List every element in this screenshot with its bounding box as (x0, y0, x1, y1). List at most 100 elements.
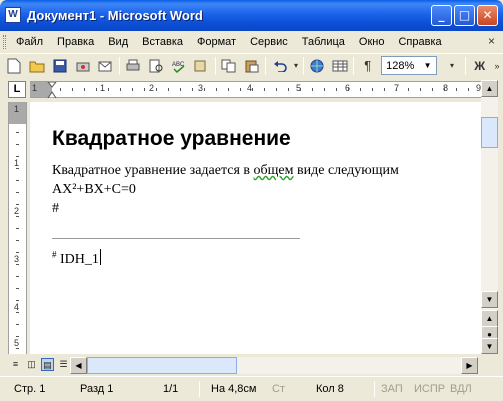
menu-edit[interactable]: Правка (50, 33, 101, 51)
ruler-number: 2 (149, 83, 155, 93)
scroll-thumb[interactable] (481, 117, 498, 148)
bold-button[interactable]: Ж (468, 55, 491, 77)
scroll-thumb[interactable] (87, 357, 237, 374)
menu-tools[interactable]: Сервис (243, 33, 295, 51)
paragraph-marks-icon[interactable]: ¶ (356, 55, 379, 77)
new-document-icon[interactable] (3, 55, 26, 77)
scroll-left-icon[interactable]: ◀ (70, 357, 87, 374)
ruler-tick (276, 88, 277, 91)
footnote-text: IDH_1 (60, 252, 99, 267)
reading-view-icon[interactable]: ☰ (57, 358, 70, 371)
ruler-tick (16, 228, 19, 229)
status-bar: Стр. 1 Разд 1 1/1 На 4,8см Ст Кол 8 ЗАП … (0, 376, 503, 401)
horizontal-scrollbar[interactable]: ◀ ▶ (70, 357, 478, 374)
table-icon[interactable] (329, 55, 352, 77)
ruler-tick (96, 88, 97, 91)
word-app-icon[interactable]: W (5, 7, 21, 23)
horizontal-ruler[interactable]: 1 1 2 3 4 5 6 7 8 9 (30, 81, 481, 98)
document-close-icon[interactable]: × (488, 34, 495, 48)
print-icon[interactable] (122, 55, 145, 77)
chevron-down-icon[interactable]: ▼ (421, 58, 435, 73)
status-page[interactable]: Стр. 1 (14, 383, 45, 395)
status-line[interactable]: Ст (272, 383, 285, 395)
menubar-grip[interactable] (3, 35, 6, 49)
undo-dropdown-icon[interactable]: ▾ (291, 55, 301, 77)
document-page[interactable]: Квадратное уравнение Квадратное уравнени… (30, 102, 481, 354)
hyperlink-icon[interactable] (306, 55, 329, 77)
status-trk[interactable]: ИСПР (414, 383, 445, 395)
grammar-flagged-word[interactable]: общем (254, 163, 294, 178)
menu-table[interactable]: Таблица (295, 33, 352, 51)
ruler-tick (16, 204, 19, 205)
ruler-tick (16, 216, 19, 217)
vertical-scrollbar[interactable]: ▲ ▼ ▲ ● ▼ (481, 80, 498, 354)
scroll-right-icon[interactable]: ▶ (461, 357, 478, 374)
ruler-tick (16, 180, 19, 181)
research-icon[interactable] (190, 55, 213, 77)
footnote-separator (52, 238, 300, 239)
ruler-tick (348, 88, 349, 91)
toolbar-separator (265, 56, 267, 75)
ruler-number: 3 (198, 83, 204, 93)
undo-icon[interactable] (268, 55, 291, 77)
ruler-tick (16, 300, 19, 301)
ruler-tick (324, 88, 325, 91)
ruler-tick (396, 88, 397, 91)
menu-insert[interactable]: Вставка (135, 33, 190, 51)
ruler-tick (72, 88, 73, 91)
status-position[interactable]: На 4,8см (211, 383, 256, 395)
ruler-tick (240, 88, 241, 91)
permission-icon[interactable] (71, 55, 94, 77)
ruler-tick (144, 88, 145, 91)
scroll-up-icon[interactable]: ▲ (481, 80, 498, 97)
print-preview-icon[interactable] (145, 55, 168, 77)
status-section[interactable]: Разд 1 (80, 383, 113, 395)
ruler-tick (16, 264, 19, 265)
paste-icon[interactable] (241, 55, 264, 77)
ruler-tick (168, 88, 169, 91)
spelling-icon[interactable]: ABC (167, 55, 190, 77)
print-layout-view-icon[interactable]: ▤ (41, 358, 54, 371)
ruler-tick (360, 88, 361, 91)
minimize-button[interactable]: _ (431, 5, 452, 26)
ruler-tick (180, 88, 181, 91)
footnote: # IDH_1 (52, 249, 101, 268)
next-page-icon[interactable]: ▼ (481, 338, 498, 354)
maximize-button[interactable]: □ (454, 5, 475, 26)
ruler-tick (16, 240, 19, 241)
menu-window[interactable]: Окно (352, 33, 392, 51)
menu-help[interactable]: Справка (391, 33, 448, 51)
menu-view[interactable]: Вид (101, 33, 135, 51)
status-rec[interactable]: ЗАП (381, 383, 403, 395)
menu-format[interactable]: Формат (190, 33, 243, 51)
email-icon[interactable] (94, 55, 117, 77)
status-column[interactable]: Кол 8 (316, 383, 344, 395)
ruler-tick (16, 168, 19, 169)
status-ext[interactable]: ВДЛ (450, 383, 472, 395)
zoom-select[interactable]: 128% ▼ (381, 56, 437, 75)
open-folder-icon[interactable] (26, 55, 49, 77)
vertical-ruler[interactable]: 1 1 2 3 4 5 (8, 102, 27, 354)
tab-selector[interactable]: L (8, 81, 26, 98)
ruler-tick (384, 88, 385, 91)
ruler-number: 1 (32, 83, 38, 93)
toolbar-overflow-icon[interactable]: » (491, 55, 503, 77)
normal-view-icon[interactable]: ≡ (9, 358, 22, 371)
toolbar-options-icon[interactable]: ▾ (441, 55, 464, 77)
ruler-number: 4 (14, 302, 20, 312)
ruler-number: 1 (14, 158, 20, 168)
ruler-tick (16, 156, 19, 157)
menu-file[interactable]: Файл (9, 33, 50, 51)
save-icon[interactable] (49, 55, 72, 77)
paragraph-text: Квадратное уравнение задается в (52, 163, 254, 178)
previous-page-icon[interactable]: ▲ (481, 310, 498, 327)
indent-marker-icon[interactable] (47, 82, 57, 98)
status-page-count[interactable]: 1/1 (163, 383, 178, 395)
web-view-icon[interactable]: ◫ (25, 358, 38, 371)
ruler-tick (228, 88, 229, 91)
copy-icon[interactable] (218, 55, 241, 77)
scroll-down-icon[interactable]: ▼ (481, 291, 498, 308)
close-button[interactable]: ✕ (477, 5, 498, 26)
status-separator (199, 381, 200, 397)
ruler-tick (16, 252, 19, 253)
